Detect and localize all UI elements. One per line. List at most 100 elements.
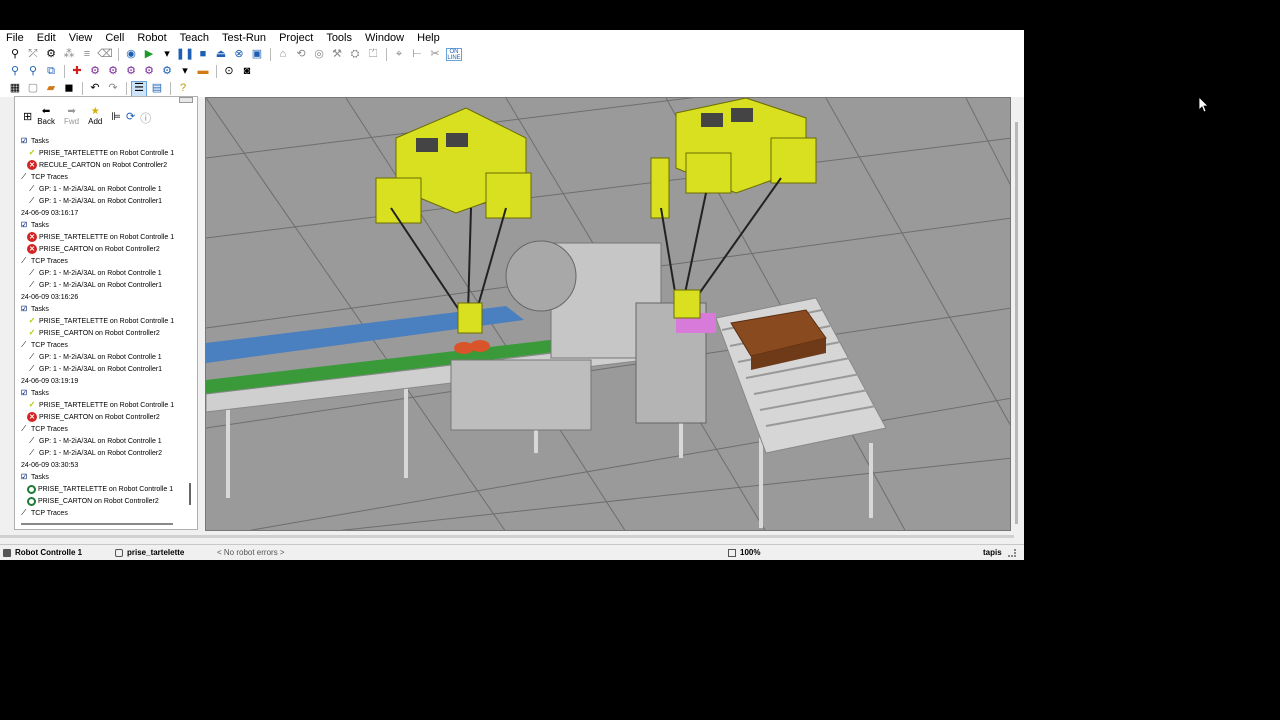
simulate-icon[interactable]: ⚙ (142, 65, 156, 79)
camera-icon[interactable]: ◙ (240, 65, 254, 79)
teach-point-icon[interactable]: ⚙ (88, 65, 102, 79)
refresh-icon[interactable]: ⟳ (126, 110, 135, 123)
robot-icon[interactable]: ⚲ (8, 48, 22, 62)
tree-item[interactable]: ⁄ TCP Traces (19, 339, 187, 351)
mouse-icon[interactable]: ⊙ (222, 65, 236, 79)
open-folder-icon[interactable]: ▰ (44, 82, 58, 96)
menu-robot[interactable]: Robot (137, 32, 166, 44)
zoom-window-icon[interactable]: ⧉ (44, 65, 58, 79)
tree-item[interactable]: ⁄ GP: 1 - M-2iA/3AL on Robot Controlle 1 (19, 183, 187, 195)
tree-icon[interactable]: ⊫ (111, 110, 121, 123)
tree-item[interactable]: ⁄ GP: 1 - M-2iA/3AL on Robot Controller1 (19, 195, 187, 207)
chart-icon[interactable]: ▤ (150, 82, 164, 96)
tree-item[interactable]: ⁄ GP: 1 - M-2iA/3AL on Robot Controlle 1 (19, 267, 187, 279)
tree-item[interactable]: ⁄ GP: 1 - M-2iA/3AL on Robot Controller2 (19, 447, 187, 459)
rotate-icon[interactable]: ⟲ (294, 48, 308, 62)
tree-item[interactable]: ☑ Tasks (19, 219, 187, 231)
machine-icon[interactable]: ⛭ (348, 48, 362, 62)
panel-icon[interactable]: ⊞ (23, 110, 32, 123)
tree-item[interactable]: ✕ PRISE_TARTELETTE on Robot Controlle 1 (19, 231, 187, 243)
menu-project[interactable]: Project (279, 32, 313, 44)
3d-viewport[interactable] (205, 97, 1011, 531)
panel-pin-icon[interactable] (179, 97, 193, 103)
viewport-horizontal-scrollbar[interactable] (0, 535, 1014, 538)
target-icon[interactable]: ◎ (312, 48, 326, 62)
horizontal-scrollbar[interactable] (21, 523, 173, 525)
robot-dropdown-icon[interactable]: ▾ (178, 65, 192, 79)
viewport-scrollbar[interactable] (1015, 122, 1018, 524)
move-to-icon[interactable]: ✚ (70, 65, 84, 79)
measure-icon[interactable]: ⌖ (392, 48, 406, 62)
menu-file[interactable]: File (6, 32, 24, 44)
reset-icon[interactable]: ⊗ (232, 48, 246, 62)
menu-edit[interactable]: Edit (37, 32, 56, 44)
tree-item[interactable]: ✓ PRISE_TARTELETTE on Robot Controlle 1 (19, 399, 187, 411)
resize-grip-icon[interactable] (1008, 549, 1016, 557)
tree-item[interactable]: 24-06-09 03:30:53 (19, 459, 187, 471)
tree-item[interactable]: ✓ PRISE_TARTELETTE on Robot Controlle 1 (19, 147, 187, 159)
online-button[interactable]: ON LINE (446, 48, 462, 61)
help-icon[interactable]: ? (176, 82, 190, 96)
tool-frame-icon[interactable]: ⚙ (44, 48, 58, 62)
status-robot[interactable]: Robot Controlle 1 (0, 545, 82, 560)
menu-help[interactable]: Help (417, 32, 440, 44)
navigator-icon[interactable]: ☰ (131, 80, 147, 97)
cell-browser-icon[interactable]: ⌂ (276, 48, 290, 62)
tree-item[interactable]: ⁄ TCP Traces (19, 507, 187, 519)
back-button[interactable]: ⬅ Back (37, 107, 55, 127)
eject-icon[interactable]: ⏏ (214, 48, 228, 62)
tree-item[interactable]: ☑ Tasks (19, 471, 187, 483)
tree-item[interactable]: ⁄ TCP Traces (19, 255, 187, 267)
tree-item[interactable]: PRISE_TARTELETTE on Robot Controlle 1 (19, 483, 187, 495)
menu-cell[interactable]: Cell (105, 32, 124, 44)
add-button[interactable]: ★ Add (88, 107, 102, 127)
menu-window[interactable]: Window (365, 32, 404, 44)
menu-view[interactable]: View (69, 32, 93, 44)
menu-test-run[interactable]: Test-Run (222, 32, 266, 44)
status-program[interactable]: prise_tartelette (112, 545, 184, 560)
tree-item[interactable]: 24-06-09 03:16:26 (19, 291, 187, 303)
teach-pendant-icon[interactable]: ⚒ (330, 48, 344, 62)
run-icon[interactable]: ▶ (142, 48, 156, 62)
tree-item[interactable]: 24-06-09 03:16:17 (19, 207, 187, 219)
conveyor-icon[interactable]: ⏍ (366, 48, 380, 62)
cut-icon[interactable]: ✂ (428, 48, 442, 62)
tree-item[interactable]: ⁄ GP: 1 - M-2iA/3AL on Robot Controlle 1 (19, 435, 187, 447)
trash-icon[interactable]: ⌫ (97, 48, 113, 62)
save-icon[interactable]: ◼ (62, 82, 76, 96)
stop-icon[interactable]: ■ (196, 48, 210, 62)
zoom-icon[interactable]: ⚲ (26, 65, 40, 79)
pause-icon[interactable]: ❚❚ (176, 48, 194, 62)
robot-select-icon[interactable]: ⚙ (160, 65, 174, 79)
sim-mode-icon[interactable]: ◉ (124, 48, 138, 62)
jog-icon[interactable]: ⤱ (26, 48, 40, 62)
menu-tools[interactable]: Tools (326, 32, 352, 44)
record-icon[interactable]: ▣ (250, 48, 264, 62)
ruler-icon[interactable]: ⊢ (410, 48, 424, 62)
group-icon[interactable]: ⁂ (62, 48, 76, 62)
undo-icon[interactable]: ↶ (88, 82, 102, 96)
grid-icon[interactable]: ▦ (8, 82, 22, 96)
tree-item[interactable]: ✕ PRISE_CARTON on Robot Controller2 (19, 243, 187, 255)
record-point-icon[interactable]: ⚙ (124, 65, 138, 79)
speed-bar-icon[interactable]: ▬ (196, 65, 210, 79)
tree-item[interactable]: ⁄ GP: 1 - M-2iA/3AL on Robot Controlle 1 (19, 351, 187, 363)
menu-teach[interactable]: Teach (180, 32, 209, 44)
tree-item[interactable]: ☑ Tasks (19, 135, 187, 147)
forward-button[interactable]: ➡ Fwd (64, 107, 79, 127)
touchup-icon[interactable]: ⚙ (106, 65, 120, 79)
tree-item[interactable]: PRISE_CARTON on Robot Controller2 (19, 495, 187, 507)
redo-icon[interactable]: ↷ (106, 82, 120, 96)
tree-item[interactable]: ⁄ GP: 1 - M-2iA/3AL on Robot Controller1 (19, 279, 187, 291)
align-icon[interactable]: ≡ (80, 48, 94, 62)
vertical-scrollbar[interactable] (189, 483, 191, 505)
help-circle-icon[interactable]: ⓘ (140, 110, 151, 126)
tree-item[interactable]: ✓ PRISE_CARTON on Robot Controller2 (19, 327, 187, 339)
tree-item[interactable]: ⁄ TCP Traces (19, 171, 187, 183)
tree-item[interactable]: 24-06-09 03:19:19 (19, 375, 187, 387)
tree-item[interactable]: ⁄ TCP Traces (19, 423, 187, 435)
tree-item[interactable]: ☑ Tasks (19, 303, 187, 315)
tree-item[interactable]: ✓ PRISE_TARTELETTE on Robot Controlle 1 (19, 315, 187, 327)
run-dropdown-icon[interactable]: ▾ (160, 48, 174, 62)
tree-item[interactable]: ✕ PRISE_CARTON on Robot Controller2 (19, 411, 187, 423)
